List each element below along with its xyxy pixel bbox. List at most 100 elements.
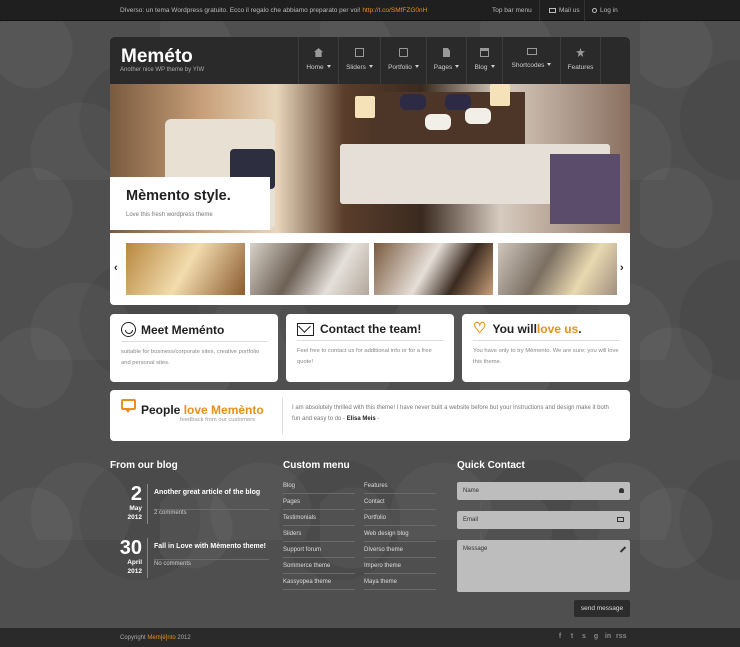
name-field[interactable]: Name	[457, 482, 630, 500]
testimonial-subtitle: feedback from our customers	[180, 417, 256, 423]
post-date: 2 May 2012	[127, 483, 142, 521]
blog-post: 2 May 2012 Another great article of the …	[110, 483, 269, 529]
slider-thumbnail[interactable]	[498, 243, 617, 295]
smile-icon	[121, 322, 136, 337]
social-links: f t s g in rss	[556, 633, 627, 641]
menu-link-features[interactable]: Features	[364, 478, 436, 494]
chevron-down-icon	[326, 65, 331, 68]
nav-item-pages[interactable]: Pages	[426, 37, 466, 84]
feature-box-love: ♡ You will love us. You have only to try …	[462, 314, 630, 382]
nav-item-blog[interactable]: Blog	[466, 37, 502, 84]
hero-subtitle: Love this fresh wordpress theme	[126, 212, 213, 218]
testimonial-quote: I am absolutely thrilled with this theme…	[292, 405, 609, 422]
custom-menu-column: Features Contact Portfolio Web design bl…	[364, 478, 436, 590]
divider	[154, 559, 269, 560]
google-plus-icon[interactable]: g	[592, 633, 600, 641]
menu-link-contact[interactable]: Contact	[364, 494, 436, 510]
divider	[121, 341, 267, 342]
mail-icon	[617, 517, 624, 522]
menu-link-sommerce-theme[interactable]: Sommerce theme	[283, 558, 355, 574]
email-field[interactable]: Email	[457, 511, 630, 529]
menu-link-testimonials[interactable]: Testimonials	[283, 510, 355, 526]
key-icon	[592, 8, 597, 13]
chevron-down-icon	[455, 65, 460, 68]
menu-link-support-forum[interactable]: Support forum	[283, 542, 355, 558]
pillow-graphic	[465, 108, 491, 124]
menu-link-pages[interactable]: Pages	[283, 494, 355, 510]
chevron-down-icon	[547, 63, 552, 66]
post-title-link[interactable]: Another great article of the blog	[154, 487, 269, 498]
message-field[interactable]: Message	[457, 540, 630, 592]
log-in-link[interactable]: Log in	[592, 7, 618, 14]
slider-thumbnails: ‹ ›	[110, 233, 630, 305]
chevron-down-icon	[368, 65, 373, 68]
site-footer: Copyright Mem[é]nto 2012 f t s g in rss	[0, 628, 740, 647]
pillow-graphic	[445, 94, 471, 110]
linkedin-icon[interactable]: in	[604, 633, 612, 641]
chevron-left-icon[interactable]: ‹	[114, 262, 118, 274]
facebook-icon[interactable]: f	[556, 633, 564, 641]
chevron-right-icon[interactable]: ›	[620, 262, 624, 274]
divider	[473, 340, 619, 341]
pillow-graphic	[400, 94, 426, 110]
picture-icon	[399, 48, 408, 57]
main-nav: Home Sliders Portfolio Pages Blog Shortc…	[298, 37, 601, 84]
menu-link-portfolio[interactable]: Portfolio	[364, 510, 436, 526]
chevron-down-icon	[490, 65, 495, 68]
feature-text: suitable for business/corporate sites, c…	[121, 349, 260, 366]
feature-title: ♡ You will love us.	[473, 320, 582, 337]
menu-link-maya-theme[interactable]: Maya theme	[364, 574, 436, 590]
post-title-link[interactable]: Fall in Love with Mèmento theme!	[154, 541, 269, 552]
pencil-icon	[619, 546, 627, 553]
site-logo[interactable]: Meméto	[121, 46, 193, 68]
chevron-down-icon	[414, 65, 419, 68]
star-icon	[576, 48, 585, 57]
nav-item-portfolio[interactable]: Portfolio	[380, 37, 426, 84]
post-comments-link[interactable]: No comments	[154, 561, 191, 567]
divider	[584, 0, 585, 21]
nav-item-home[interactable]: Home	[298, 37, 338, 84]
divider	[282, 398, 283, 434]
quick-contact-title: Quick Contact	[457, 460, 525, 471]
slider-thumbnail[interactable]	[126, 243, 245, 295]
copyright: Copyright Mem[é]nto 2012	[120, 635, 191, 641]
hero-caption: Mèmento style. Love this fresh wordpress…	[110, 177, 270, 230]
lamp-graphic	[490, 84, 510, 106]
top-bar: DIverso: un tema Wordpress gratuito. Ecc…	[0, 0, 740, 21]
bed-runner-graphic	[550, 154, 620, 224]
skype-icon[interactable]: s	[580, 633, 588, 641]
site-header: Meméto Another nice WP theme by YIW Home…	[110, 37, 630, 84]
person-icon	[619, 488, 624, 493]
mail-us-link[interactable]: Mail us	[549, 7, 580, 14]
nav-item-sliders[interactable]: Sliders	[338, 37, 380, 84]
envelope-icon	[297, 322, 314, 336]
post-comments-link[interactable]: 2 comments	[154, 510, 187, 516]
testimonial-box: People love Memènto feedback from our cu…	[110, 390, 630, 441]
heart-icon: ♡	[473, 320, 487, 337]
feature-text: Feel free to contact us for additional i…	[297, 348, 432, 365]
menu-link-sliders[interactable]: Sliders	[283, 526, 355, 542]
divider	[539, 0, 540, 21]
twitter-icon[interactable]: t	[568, 633, 576, 641]
divider	[297, 340, 443, 341]
send-message-button[interactable]: send message	[574, 600, 630, 617]
menu-link-blog[interactable]: Blog	[283, 478, 355, 494]
slider-thumbnail[interactable]	[374, 243, 493, 295]
top-bar-message: DIverso: un tema Wordpress gratuito. Ecc…	[120, 7, 428, 14]
feature-box-contact: Contact the team! Feel free to contact u…	[286, 314, 454, 382]
menu-link-diverso-theme[interactable]: DIverso theme	[364, 542, 436, 558]
custom-menu-column: Blog Pages Testimonials Sliders Support …	[283, 478, 355, 590]
rss-icon[interactable]: rss	[616, 633, 627, 641]
speech-bubble-icon	[121, 399, 136, 413]
hero-slide-image: Mèmento style. Love this fresh wordpress…	[110, 84, 630, 233]
mail-icon	[549, 8, 556, 13]
top-bar-menu[interactable]: Top bar menu	[492, 7, 532, 14]
top-bar-link[interactable]: http://t.co/SMfFZG0nH	[362, 7, 427, 14]
nav-item-shortcodes[interactable]: Shortcodes	[502, 37, 560, 84]
nav-item-features[interactable]: Features	[560, 37, 601, 84]
menu-link-impero-theme[interactable]: Impero theme	[364, 558, 436, 574]
menu-link-web-design-blog[interactable]: Web design blog	[364, 526, 436, 542]
slider-thumbnail[interactable]	[250, 243, 369, 295]
menu-link-kassyopea-theme[interactable]: Kassyopea theme	[283, 574, 355, 590]
home-icon	[314, 48, 323, 57]
